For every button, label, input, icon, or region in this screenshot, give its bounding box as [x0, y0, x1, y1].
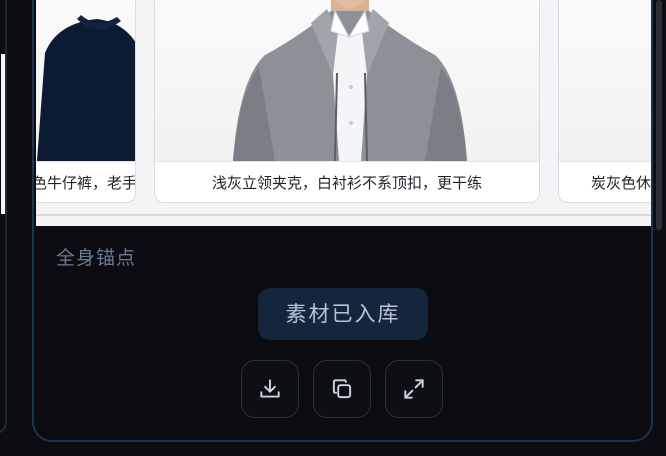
previous-panel-edge — [0, 0, 7, 435]
section-label: 全身锚点 — [56, 247, 137, 269]
outfit-card[interactable]: 炭灰色休闲西装 — [558, 0, 651, 203]
copy-icon — [332, 379, 352, 399]
download-icon — [260, 379, 280, 398]
app-stage: 黑色牛仔裤，老手表 — [0, 0, 666, 456]
copy-button[interactable] — [313, 360, 371, 418]
scrollbar[interactable] — [656, 0, 662, 230]
outfit-card[interactable]: 黑色牛仔裤，老手表 — [36, 0, 136, 203]
outfit-photo — [155, 0, 539, 161]
outfit-caption: 浅灰立领夹克，白衬衫不系顶扣，更干练 — [155, 161, 539, 202]
outfit-caption: 黑色牛仔裤，老手表 — [36, 161, 135, 202]
outfit-caption: 炭灰色休闲西装 — [559, 161, 651, 202]
outfit-photo — [559, 0, 651, 161]
status-badge: 素材已入库 — [258, 288, 428, 340]
outfit-card[interactable]: 浅灰立领夹克，白衬衫不系顶扣，更干练 — [154, 0, 540, 203]
expand-button[interactable] — [385, 360, 443, 418]
previous-panel-image-edge — [1, 54, 5, 214]
anchor-panel: 黑色牛仔裤，老手表 — [32, 0, 653, 442]
outfit-preview-strip: 黑色牛仔裤，老手表 — [36, 0, 651, 226]
expand-icon — [404, 379, 424, 399]
download-button[interactable] — [241, 360, 299, 418]
preview-strip-divider — [36, 214, 651, 216]
outfit-photo — [36, 0, 135, 161]
